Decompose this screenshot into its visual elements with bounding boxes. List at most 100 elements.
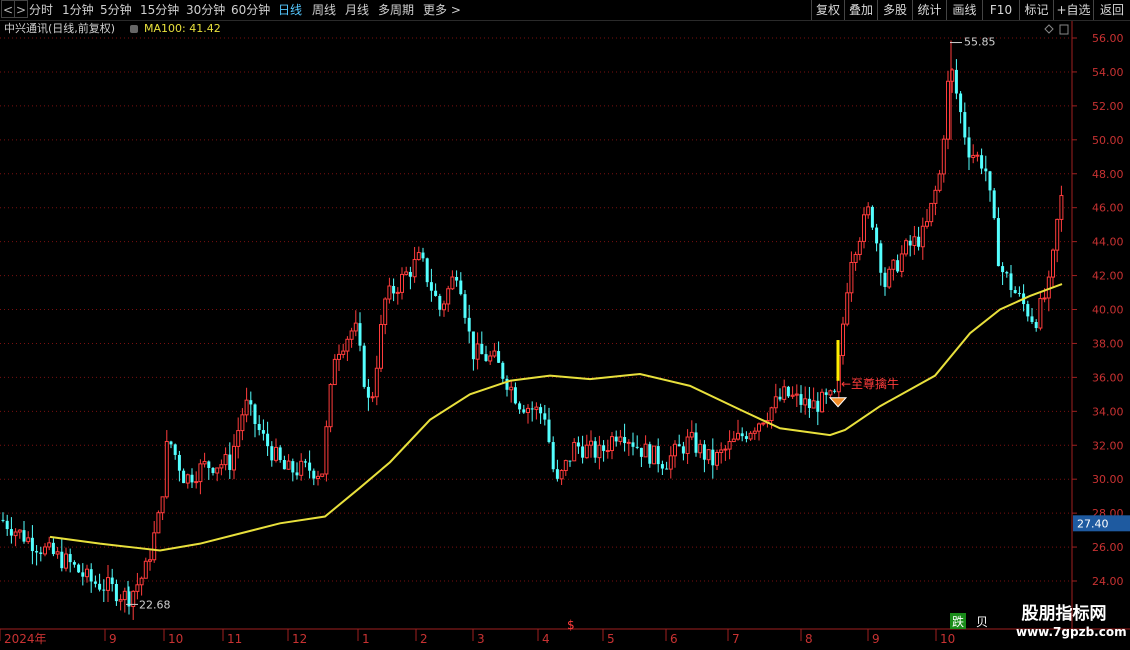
period-tab-daily[interactable]: 日线 <box>278 0 302 20</box>
tool-restore-rights[interactable]: 复权 <box>811 0 844 20</box>
tool-add-watchlist[interactable]: +自选 <box>1053 0 1093 20</box>
y-tick-label: 24.00 <box>1092 575 1124 588</box>
candle-body-down <box>358 323 362 346</box>
candle-body-down <box>740 433 744 437</box>
tool-mark[interactable]: 标记 <box>1019 0 1053 20</box>
tool-draw-line[interactable]: 画线 <box>946 0 982 20</box>
candle-body-up <box>731 438 736 443</box>
period-tab-5min[interactable]: 5分钟 <box>100 0 132 20</box>
y-tick-label: 36.00 <box>1092 371 1124 384</box>
candle-body-down <box>824 392 828 395</box>
dollar-mark: $ <box>567 618 575 632</box>
candle-body-up <box>937 173 942 191</box>
high-price-annotation: 55.85 <box>964 36 996 49</box>
period-tab-30min[interactable]: 30分钟 <box>186 0 225 20</box>
candle-body-up <box>370 396 375 399</box>
candle-body-down <box>870 206 874 228</box>
signal-diamond-icon <box>828 397 848 408</box>
candle-body-down <box>635 446 639 448</box>
candle-body-up <box>828 390 833 396</box>
diamond-icon[interactable] <box>1044 24 1054 34</box>
candle-body-down <box>992 190 996 219</box>
candle-body-up <box>626 441 631 444</box>
period-tab-1min[interactable]: 1分钟 <box>62 0 94 20</box>
candle-body-down <box>988 171 992 191</box>
candle-body-up <box>610 436 614 452</box>
candle-body-up <box>857 240 862 255</box>
period-tab-weekly[interactable]: 周线 <box>312 0 336 20</box>
candle-body-up <box>971 154 976 158</box>
candle-body-down <box>694 432 698 453</box>
candle-body-down <box>102 589 106 591</box>
x-tick-label: 1 <box>362 632 370 646</box>
candle-body-up <box>761 422 766 425</box>
panel-toggle-icon[interactable] <box>1059 24 1069 35</box>
period-tab-fenshi[interactable]: 分时 <box>29 0 53 20</box>
candle-body-up <box>668 455 673 470</box>
candle-body-up <box>345 338 350 352</box>
candle-body-down <box>68 554 72 563</box>
tool-back[interactable]: 返回 <box>1093 0 1130 20</box>
period-tab-60min[interactable]: 60分钟 <box>231 0 270 20</box>
candle-body-up <box>748 432 753 440</box>
candle-body-up <box>236 430 241 447</box>
candle-body-up <box>299 460 304 476</box>
candle-body-up <box>866 206 871 216</box>
y-tick-label: 34.00 <box>1092 405 1124 418</box>
period-tab-15min[interactable]: 15分钟 <box>140 0 179 20</box>
tool-f10[interactable]: F10 <box>982 0 1019 20</box>
candle-body-up <box>244 399 249 416</box>
candle-body-up <box>416 252 421 261</box>
candle-body-up <box>349 330 354 340</box>
candle-body-down <box>963 112 967 138</box>
candle-body-up <box>446 288 451 305</box>
candle-body-down <box>501 362 505 379</box>
x-tick-label: 2024年 <box>4 632 47 646</box>
tool-overlay[interactable]: 叠加 <box>844 0 877 20</box>
candle-body-down <box>438 295 442 310</box>
candle-body-up <box>1051 249 1055 278</box>
candle-body-up <box>223 454 228 466</box>
tool-multi-stock[interactable]: 多股 <box>877 0 912 20</box>
period-tab-more[interactable]: 更多 > <box>423 0 461 20</box>
y-tick-label: 50.00 <box>1092 134 1124 147</box>
candlestick-chart[interactable]: 24.0026.0028.0030.0032.0034.0036.0038.00… <box>0 21 1130 650</box>
candle-body-down <box>51 542 55 555</box>
candle-body-down <box>996 218 1000 267</box>
candle-body-down <box>513 387 517 404</box>
candle-body-up <box>723 448 728 451</box>
candle-body-up <box>933 189 938 204</box>
candle-body-up <box>13 531 18 537</box>
nav-prev-button[interactable]: < <box>1 0 15 18</box>
candle-body-down <box>1017 293 1021 295</box>
candle-body-down <box>303 461 307 463</box>
signal-annotation: ←至尊擒牛 <box>841 376 899 391</box>
candle-body-up <box>64 553 68 569</box>
x-tick-label: 5 <box>607 632 615 646</box>
candle-body-down <box>228 454 232 470</box>
period-tab-multi[interactable]: 多周期 <box>378 0 414 20</box>
candle-body-up <box>488 355 493 362</box>
candle-body-up <box>925 221 929 227</box>
period-tab-monthly[interactable]: 月线 <box>345 0 369 20</box>
y-tick-label: 44.00 <box>1092 236 1124 249</box>
nav-next-button[interactable]: > <box>14 0 28 18</box>
candle-body-up <box>757 423 761 432</box>
candle-body-up <box>563 460 568 472</box>
settings-icon[interactable] <box>130 25 138 33</box>
ma100-value: MA100: 41.42 <box>144 22 221 35</box>
candle-body-up <box>820 391 824 413</box>
candle-body-up <box>862 214 866 242</box>
tool-statistics[interactable]: 统计 <box>912 0 946 20</box>
watermark-title: 股朋指标网 <box>1021 604 1107 624</box>
candle-body-down <box>660 464 664 469</box>
candle-body-down <box>778 396 782 400</box>
candle-body-down <box>392 286 396 294</box>
candle-body-up <box>899 253 904 272</box>
candle-body-up <box>164 440 169 498</box>
candle-body-up <box>328 384 333 428</box>
candle-body-up <box>941 138 946 175</box>
candle-body-up <box>685 436 690 455</box>
candle-body-down <box>455 276 459 281</box>
candle-body-up <box>811 400 816 409</box>
